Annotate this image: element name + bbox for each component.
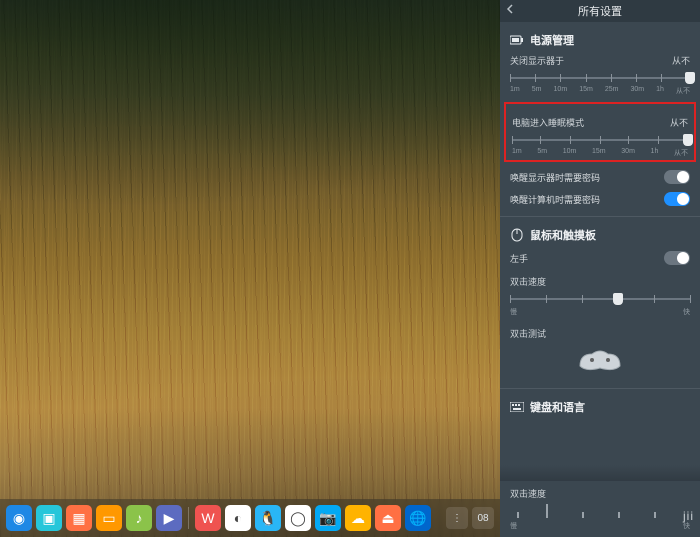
battery-icon <box>510 33 524 47</box>
wake-computer-pw-row: 唤醒计算机时需要密码 <box>510 192 690 206</box>
dock-launcher[interactable]: ◉ <box>6 505 32 531</box>
dblclick-test-label: 双击测试 <box>510 327 690 340</box>
left-hand-toggle[interactable] <box>664 251 690 265</box>
section-power: 电源管理 <box>510 32 690 48</box>
keyboard-icon <box>510 400 524 414</box>
sleep-slider[interactable]: 1m5m10m15m30m1h从不 <box>512 133 688 158</box>
display-off-row: 关闭显示器于 从不 <box>510 54 690 67</box>
dock-video[interactable]: ▶ <box>156 505 182 531</box>
display-off-slider[interactable]: 1m5m10m15m25m30m1h从不 <box>510 71 690 96</box>
dock-camera[interactable]: 📷 <box>315 505 341 531</box>
dblclick-test-area[interactable] <box>510 344 690 378</box>
dock-separator <box>188 507 189 529</box>
dock-wps[interactable]: W <box>195 505 221 531</box>
tray-time[interactable]: 08 <box>472 507 494 529</box>
divider2 <box>500 388 700 389</box>
sleep-ticks: 1m5m10m15m30m1h从不 <box>512 148 688 158</box>
dock-calendar[interactable]: ▭ <box>96 505 122 531</box>
display-off-ticks: 1m5m10m15m25m30m1h从不 <box>510 86 690 96</box>
dock-app-store[interactable]: ▦ <box>66 505 92 531</box>
tray-1[interactable]: ⋮ <box>446 507 468 529</box>
repeat-speed-slider[interactable] <box>510 502 690 520</box>
dblclick-speed-label: 双击速度 <box>510 275 690 288</box>
sleep-row: 电脑进入睡眠模式 从不 <box>512 116 688 129</box>
wake-computer-pw-toggle[interactable] <box>664 192 690 206</box>
mouse-icon <box>510 228 524 242</box>
section-mouse: 鼠标和触摸板 <box>510 227 690 243</box>
settings-panel: 所有设置 电源管理 关闭显示器于 从不 1m5m10m15m25m30m1h从不 <box>500 0 700 537</box>
back-icon[interactable] <box>506 4 516 17</box>
divider <box>500 216 700 217</box>
system-tray: ⋮08 <box>446 507 494 529</box>
dock-qq[interactable]: 🐧 <box>255 505 281 531</box>
sleep-highlight: 电脑进入睡眠模式 从不 1m5m10m15m30m1h从不 <box>504 102 696 162</box>
dblclick-speed-slider[interactable]: 慢快 <box>510 292 690 317</box>
repeat-speed-label: 双击速度 <box>510 487 690 500</box>
dock-chrome[interactable]: ◐ <box>225 505 251 531</box>
jii-text: jii <box>683 509 694 523</box>
section-keyboard: 键盘和语言 <box>510 399 690 415</box>
keyboard-bottom: 双击速度 慢快 jii <box>500 481 700 537</box>
dock-browser[interactable]: 🌐 <box>405 505 431 531</box>
wake-display-pw-toggle[interactable] <box>664 170 690 184</box>
panel-header: 所有设置 <box>500 0 700 22</box>
dock: ◉▣▦▭♪▶ W◐🐧◯📷☁⏏🌐 ⋮08 <box>0 499 500 537</box>
dock-music[interactable]: ♪ <box>126 505 152 531</box>
dock-cloud[interactable]: ☁ <box>345 505 371 531</box>
panel-title: 所有设置 <box>578 3 622 19</box>
wake-display-pw-row: 唤醒显示器时需要密码 <box>510 170 690 184</box>
dock-files[interactable]: ▣ <box>36 505 62 531</box>
dock-eject[interactable]: ⏏ <box>375 505 401 531</box>
dock-spinner[interactable]: ◯ <box>285 505 311 531</box>
left-hand-row: 左手 <box>510 251 690 265</box>
